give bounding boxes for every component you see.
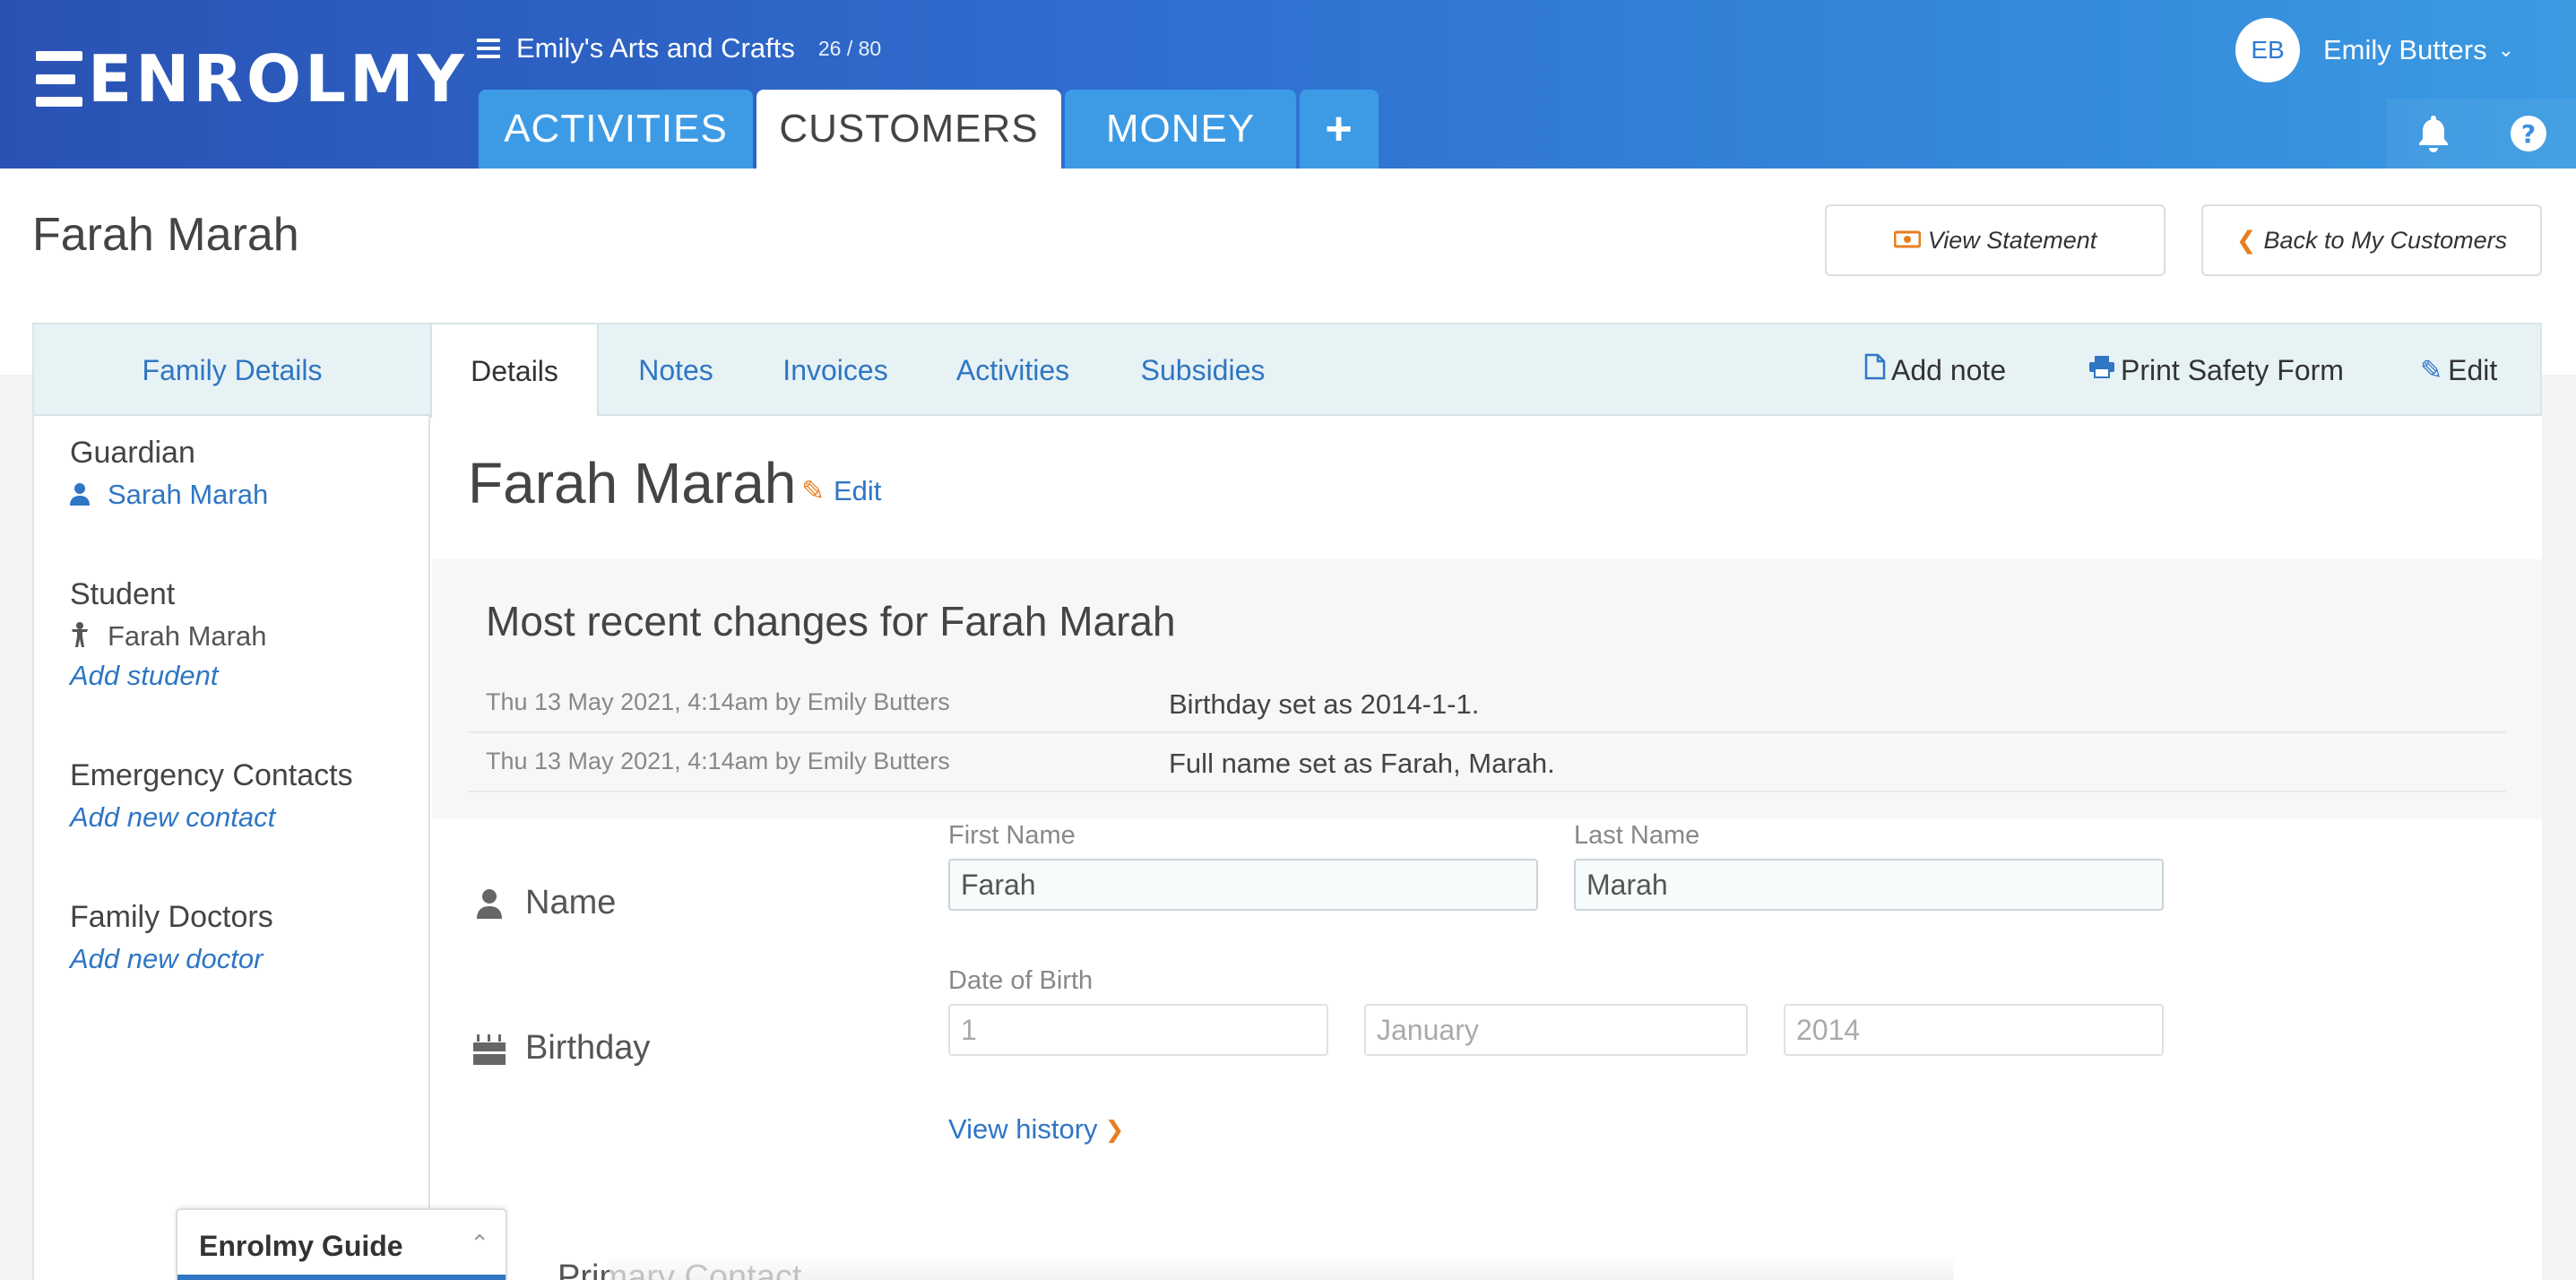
dob-year-input[interactable]: 2014 [1784, 1004, 2164, 1056]
last-name-label: Last Name [1574, 821, 1700, 850]
view-statement-button[interactable]: View Statement [1825, 204, 2165, 276]
header-icons: ? [2386, 99, 2576, 169]
main-nav: ACTIVITIES CUSTOMERS MONEY + [479, 90, 1382, 169]
pencil-icon: ✎ [801, 475, 825, 506]
user-icon [468, 888, 511, 919]
add-plus-button[interactable]: + [1300, 90, 1379, 169]
child-icon [70, 621, 93, 654]
print-safety-form-label: Print Safety Form [2121, 353, 2344, 386]
view-history-link[interactable]: View history ❯ [948, 1113, 1124, 1146]
add-student-link[interactable]: Add student [70, 660, 218, 692]
customer-name-title: Farah Marah [468, 451, 797, 515]
pencil-icon: ✎ [2420, 355, 2443, 385]
logo-text: ENROLMY [88, 41, 468, 117]
user-name: Emily Butters [2323, 34, 2487, 65]
tab-activities[interactable]: Activities [930, 324, 1095, 416]
help-icon[interactable]: ? [2481, 99, 2576, 169]
name-field-label: Name [468, 884, 616, 922]
money-icon [1893, 227, 1922, 255]
change-description: Full name set as Farah, Marah. [1169, 748, 1555, 779]
enrolmy-logo[interactable]: ENROLMY [36, 41, 468, 117]
view-statement-label: View Statement [1927, 226, 2097, 254]
scroll-shadow [609, 1255, 1954, 1280]
student-name: Farah Marah [108, 620, 267, 652]
family-sidebar: Guardian Sarah Marah Student Farah Marah… [34, 416, 430, 1280]
chevron-left-icon: ❮ [2235, 226, 2257, 254]
edit-label: Edit [2448, 353, 2498, 386]
logo-mark [36, 51, 82, 107]
change-meta: Thu 13 May 2021, 4:14am by Emily Butters [486, 748, 950, 774]
add-doctor-link[interactable]: Add new doctor [70, 943, 263, 975]
edit-button[interactable]: ✎ Edit [2420, 324, 2497, 416]
org-switcher[interactable]: Emily's Arts and Crafts 26 / 80 [477, 32, 881, 65]
dob-label: Date of Birth [948, 966, 1094, 995]
add-contact-link[interactable]: Add new contact [70, 801, 275, 834]
user-menu[interactable]: EB Emily Butters ⌄ [2235, 18, 2514, 82]
plus-icon: + [1325, 103, 1353, 155]
print-safety-form-button[interactable]: Print Safety Form [2088, 324, 2344, 416]
first-name-label: First Name [948, 821, 1076, 850]
student-heading: Student [70, 577, 176, 611]
edit-name-label: Edit [833, 475, 882, 506]
avatar: EB [2235, 18, 2300, 82]
chevron-up-icon[interactable]: ⌃ [470, 1230, 489, 1258]
nav-tab-activities[interactable]: ACTIVITIES [479, 90, 753, 169]
add-note-button[interactable]: Add note [1864, 324, 2006, 416]
org-count: 26 / 80 [817, 36, 882, 60]
hamburger-icon[interactable] [477, 39, 500, 58]
tab-subsidies[interactable]: Subsidies [1115, 324, 1291, 416]
dob-month-select[interactable]: January [1364, 1004, 1748, 1056]
change-meta: Thu 13 May 2021, 4:14am by Emily Butters [486, 688, 950, 715]
changes-title: Most recent changes for Farah Marah [486, 598, 1176, 644]
top-header: ENROLMY Emily's Arts and Crafts 26 / 80 … [0, 0, 2576, 169]
print-icon [2088, 355, 2115, 385]
nav-tab-money[interactable]: MONEY [1065, 90, 1296, 169]
guardian-heading: Guardian [70, 436, 195, 470]
student-item: Farah Marah [70, 620, 266, 654]
guide-title: Enrolmy Guide [199, 1230, 403, 1262]
birthday-field-label: Birthday [468, 1029, 650, 1068]
enrolmy-guide-widget[interactable]: Enrolmy Guide ⌃ [176, 1208, 507, 1280]
chevron-down-icon: ❯ [1104, 1115, 1125, 1143]
emergency-contacts-heading: Emergency Contacts [70, 758, 353, 792]
first-name-input[interactable]: Farah [948, 859, 1538, 911]
tab-details[interactable]: Details [430, 324, 599, 418]
chevron-down-icon: ⌄ [2497, 39, 2515, 61]
tab-invoices[interactable]: Invoices [760, 324, 911, 416]
recent-changes: Most recent changes for Farah Marah Thu … [432, 559, 2542, 819]
user-icon [70, 480, 93, 513]
last-name-input[interactable]: Marah [1574, 859, 2164, 911]
tab-notes[interactable]: Notes [613, 324, 739, 416]
org-name: Emily's Arts and Crafts [516, 32, 795, 64]
details-content: Farah Marah ✎ Edit Most recent changes fo… [432, 416, 2542, 1280]
view-history-label: View history [948, 1113, 1098, 1145]
add-note-label: Add note [1891, 353, 2007, 386]
page-title: Farah Marah [32, 209, 299, 261]
family-details-heading: Family Details [142, 353, 323, 386]
back-to-customers-button[interactable]: ❮ Back to My Customers [2201, 204, 2542, 276]
dob-day-input[interactable]: 1 [948, 1004, 1328, 1056]
family-doctors-heading: Family Doctors [70, 900, 273, 934]
file-icon [1864, 353, 1886, 387]
edit-name-link[interactable]: ✎ Edit [801, 475, 881, 507]
change-description: Birthday set as 2014-1-1. [1169, 688, 1480, 720]
guardian-name: Sarah Marah [108, 479, 269, 510]
tab-bar: Family Details Details Notes Invoices Ac… [34, 324, 2540, 418]
name-label: Name [525, 884, 617, 921]
list-item: Thu 13 May 2021, 4:14am by Emily Butters… [468, 733, 2506, 792]
nav-tab-customers[interactable]: CUSTOMERS [756, 90, 1061, 169]
birthday-cake-icon [468, 1031, 511, 1067]
list-item: Thu 13 May 2021, 4:14am by Emily Butters… [468, 674, 2506, 733]
guardian-link[interactable]: Sarah Marah [70, 479, 268, 513]
birthday-label: Birthday [525, 1029, 651, 1067]
back-label: Back to My Customers [2263, 226, 2508, 254]
bell-icon[interactable] [2386, 99, 2481, 169]
customer-panel: Family Details Details Notes Invoices Ac… [32, 323, 2542, 1280]
guide-accent-bar [177, 1275, 506, 1280]
